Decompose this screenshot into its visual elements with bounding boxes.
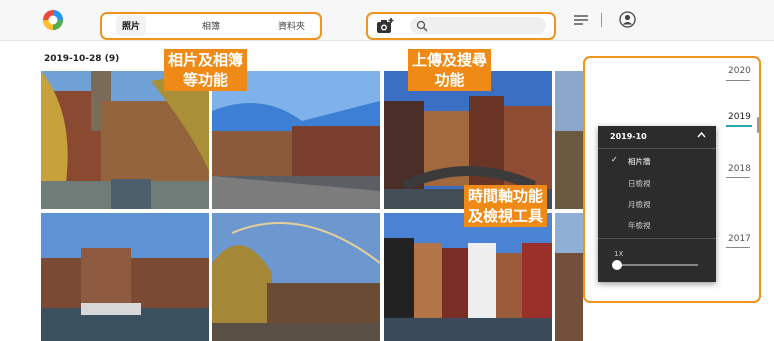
photo-thumbnail[interactable] (212, 213, 380, 341)
photo-thumbnail[interactable] (41, 213, 209, 341)
photo-thumbnail[interactable] (555, 213, 583, 341)
callout-upload-search: 上傳及搜尋 功能 (408, 49, 492, 91)
tab-albums[interactable]: 相簿 (202, 19, 220, 32)
tab-folders[interactable]: 資料夾 (278, 19, 305, 32)
app-logo-icon[interactable] (42, 9, 64, 31)
photo-thumbnail[interactable] (212, 71, 380, 209)
callout-line: 上傳及搜尋 (412, 51, 488, 69)
photo-thumbnail[interactable] (555, 71, 583, 209)
photo-thumbnail[interactable] (41, 71, 209, 209)
upload-search-group (366, 12, 556, 40)
timeline-highlight-box (583, 56, 761, 303)
callout-line: 時間軸功能 (468, 187, 544, 205)
callout-line: 等功能 (183, 71, 229, 89)
callout-line: 相片及相簿 (168, 51, 244, 69)
callout-tabs: 相片及相簿 等功能 (164, 49, 248, 91)
account-icon[interactable] (619, 11, 636, 28)
callout-line: 及檢視工具 (468, 207, 544, 225)
callout-line: 功能 (434, 71, 465, 89)
view-tabs: 照片 相簿 資料夾 (100, 12, 322, 40)
tab-photos[interactable]: 照片 (115, 15, 147, 36)
date-group-header: 2019-10-28 (9) (44, 54, 120, 64)
photo-thumbnail[interactable] (384, 213, 552, 341)
top-bar: 照片 相簿 資料夾 (0, 0, 774, 41)
menu-icon[interactable] (574, 14, 588, 26)
camera-upload-icon[interactable] (376, 17, 394, 35)
search-input[interactable] (410, 17, 546, 34)
search-icon (416, 20, 428, 32)
divider (601, 13, 602, 27)
callout-timeline: 時間軸功能 及檢視工具 (464, 185, 548, 227)
